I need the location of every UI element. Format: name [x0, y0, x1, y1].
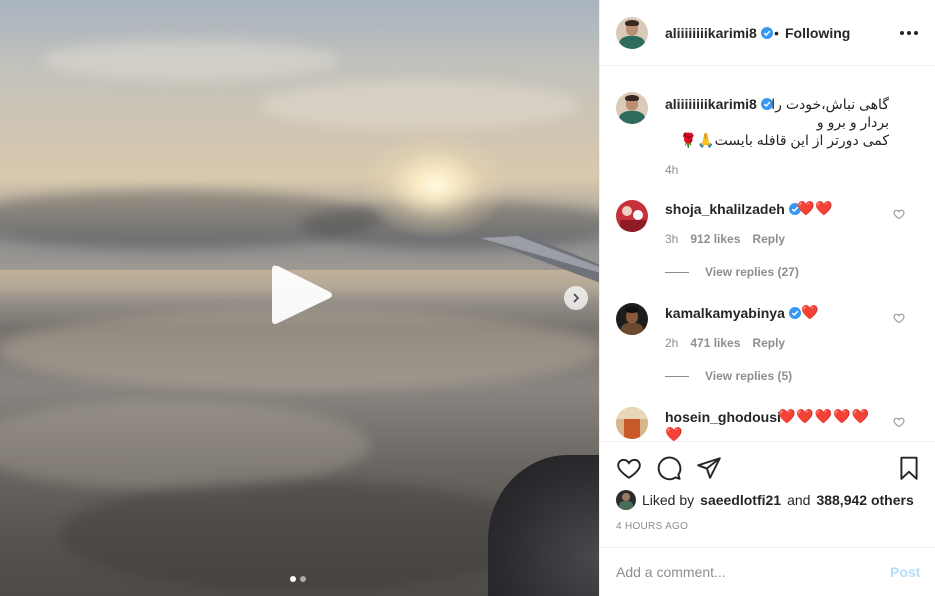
- post-comment-button[interactable]: Post: [890, 564, 920, 580]
- author-username[interactable]: aliiiiiiiikarimi8: [665, 25, 773, 41]
- caption-timestamp[interactable]: 4h: [665, 163, 678, 177]
- liked-by-and: and: [787, 492, 811, 508]
- airplane-engine: [488, 455, 599, 596]
- view-replies-button[interactable]: View replies (27): [665, 265, 799, 279]
- caption-line: بردار و برو و: [816, 114, 889, 130]
- like-comment-heart-icon[interactable]: [893, 312, 905, 324]
- comment-meta: 2h 471 likes Reply: [665, 336, 785, 350]
- replies-divider: [665, 271, 689, 273]
- following-button[interactable]: Following: [785, 25, 850, 41]
- like-comment-heart-icon[interactable]: [893, 416, 905, 428]
- follow-separator: •: [774, 25, 779, 41]
- post-sidebar: aliiiiiiiikarimi8 • Following aliiiiiiii…: [599, 0, 935, 596]
- share-send-icon[interactable]: [696, 455, 722, 481]
- slide-dot: [300, 576, 306, 582]
- view-replies-label[interactable]: View replies (5): [705, 369, 792, 383]
- comment-text-continued: ❤️: [665, 426, 684, 441]
- slide-dot-active: [290, 576, 296, 582]
- bookmark-save-icon[interactable]: [896, 455, 922, 481]
- chevron-right-icon: [573, 293, 580, 303]
- post-actions: Liked by saeedlotfi21 and 388,942 others…: [600, 441, 935, 541]
- liked-by-label: Liked by: [642, 492, 695, 508]
- reply-button[interactable]: Reply: [752, 232, 785, 246]
- post-header: aliiiiiiiikarimi8 • Following: [600, 0, 935, 66]
- more-options-button[interactable]: [900, 27, 918, 39]
- comment-username-text[interactable]: shoja_khalilzadeh: [665, 201, 785, 217]
- slide-indicator: [290, 576, 306, 582]
- comment-text: ❤️❤️: [797, 200, 834, 216]
- caption-author-avatar[interactable]: [616, 92, 648, 124]
- author-username-text[interactable]: aliiiiiiiikarimi8: [665, 25, 757, 41]
- caption-line: کمی دورتر از این قافله بایست🙏🌹: [679, 132, 889, 148]
- comment-likes[interactable]: 912 likes: [690, 232, 740, 246]
- comment-username[interactable]: shoja_khalilzadeh: [665, 201, 801, 217]
- comment-time[interactable]: 3h: [665, 232, 678, 246]
- verified-badge-icon: [760, 27, 773, 39]
- comment-username[interactable]: hosein_ghodousi: [665, 409, 781, 425]
- more-dot-icon: [914, 31, 918, 35]
- comment-username-text[interactable]: kamalkamyabinya: [665, 305, 785, 321]
- comment-bubble-icon[interactable]: [656, 455, 682, 481]
- like-comment-heart-icon[interactable]: [893, 208, 905, 220]
- comment-composer: Post: [600, 547, 935, 596]
- cloud-layer: [0, 400, 370, 490]
- more-dot-icon: [907, 31, 911, 35]
- sun-glow: [360, 130, 510, 240]
- comment-text: ❤️❤️❤️❤️❤️: [778, 408, 871, 424]
- comment-username[interactable]: kamalkamyabinya: [665, 305, 801, 321]
- comment-meta: 3h 912 likes Reply: [665, 232, 785, 246]
- liked-by-username[interactable]: saeedlotfi21: [700, 492, 781, 508]
- cloud-layer: [60, 480, 540, 590]
- post-media[interactable]: [0, 0, 599, 596]
- airplane-wing: [480, 232, 599, 283]
- cloud-layer: [40, 40, 340, 80]
- reply-button[interactable]: Reply: [752, 336, 785, 350]
- replies-divider: [665, 375, 689, 377]
- commenter-avatar[interactable]: [616, 303, 648, 335]
- like-heart-icon[interactable]: [616, 455, 642, 481]
- commenter-avatar[interactable]: [616, 407, 648, 439]
- comment-text: ❤️: [801, 304, 820, 320]
- author-avatar[interactable]: [616, 17, 648, 49]
- cloud-layer: [260, 80, 580, 130]
- liked-by-summary: Liked by saeedlotfi21 and 388,942 others: [616, 490, 914, 510]
- add-comment-input[interactable]: [616, 562, 876, 582]
- view-replies-label[interactable]: View replies (27): [705, 265, 799, 279]
- comment-time[interactable]: 2h: [665, 336, 678, 350]
- likes-count-button[interactable]: 388,942 others: [816, 492, 913, 508]
- post-timestamp[interactable]: 4 HOURS AGO: [616, 521, 688, 532]
- commenter-avatar[interactable]: [616, 200, 648, 232]
- comment-likes[interactable]: 471 likes: [690, 336, 740, 350]
- verified-badge-icon: [788, 307, 801, 319]
- play-icon[interactable]: [268, 262, 334, 328]
- liked-by-avatar[interactable]: [616, 490, 636, 510]
- caption-line: گاهی نباش،خودت را: [771, 96, 889, 112]
- view-replies-button[interactable]: View replies (5): [665, 369, 792, 383]
- next-slide-button[interactable]: [564, 286, 588, 310]
- comments-list[interactable]: aliiiiiiiikarimi8 گاهی نباش،خودت را بردا…: [600, 67, 935, 441]
- more-dot-icon: [900, 31, 904, 35]
